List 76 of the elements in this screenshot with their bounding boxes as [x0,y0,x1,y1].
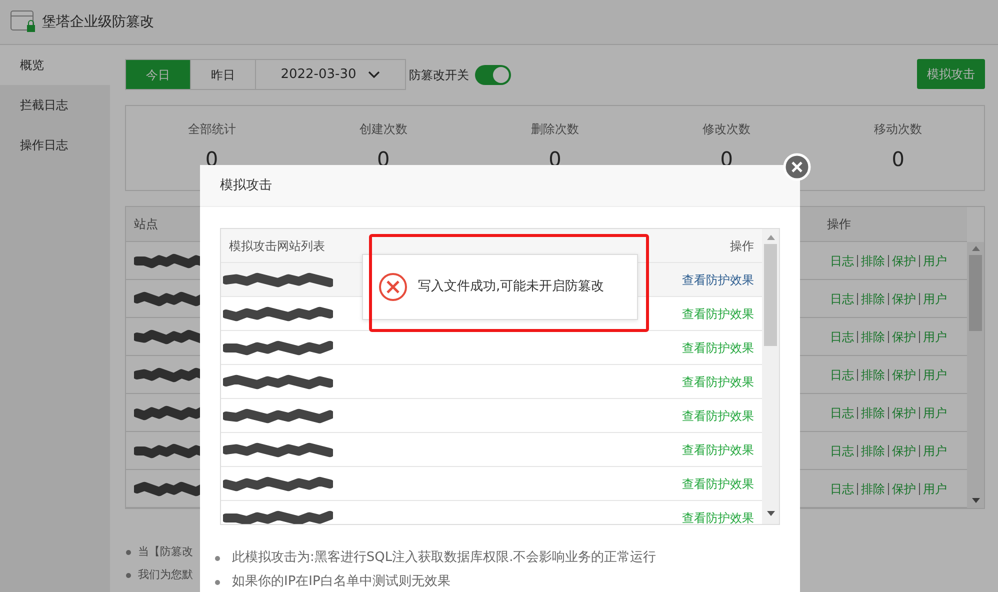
action-link[interactable]: 用户 [919,482,950,494]
scroll-up-icon [972,246,980,251]
action-link[interactable]: 用户 [919,330,950,342]
view-effect-link[interactable]: 查看防护效果 [682,338,754,356]
scroll-up-icon [766,235,774,240]
action-link[interactable]: 保护 [888,444,919,456]
action-link[interactable]: 排除 [857,292,888,304]
switch-label: 防篡改开关 [409,66,469,84]
toggle-switch[interactable] [475,64,511,84]
action-link[interactable]: 保护 [888,292,919,304]
action-link[interactable]: 保护 [888,406,919,418]
action-link[interactable]: 排除 [857,406,888,418]
scrollbar-thumb[interactable] [764,244,777,346]
action-link[interactable]: 用户 [919,292,950,304]
action-link[interactable]: 排除 [857,368,888,380]
stat-value: 0 [892,146,905,173]
sidebar-item[interactable]: 拦截日志 [0,85,110,125]
scrollbar[interactable] [967,242,984,508]
action-link[interactable]: 排除 [857,330,888,342]
action-link[interactable]: 排除 [857,482,888,494]
view-effect-link[interactable]: 查看防护效果 [682,406,754,424]
app-icon [10,10,36,34]
error-icon [378,272,408,302]
sidebar-item[interactable]: 操作日志 [0,125,110,165]
action-link[interactable]: 日志 [827,442,857,460]
action-link[interactable]: 保护 [888,368,919,380]
column-header: 操作 [827,216,852,233]
action-link[interactable]: 保护 [888,482,919,494]
chevron-down-icon [368,70,380,78]
modal-title: 模拟攻击 [220,176,272,195]
view-effect-link[interactable]: 查看防护效果 [682,372,754,390]
note-text: 如果你的IP在IP白名单中测试则无效果 [232,573,450,591]
list-title: 模拟攻击网站列表 [228,238,325,254]
note-text: 此模拟攻击为:黑客进行SQL注入获取数据库权限.不会影响业务的正常运行 [232,549,656,567]
view-effect-link[interactable]: 查看防护效果 [682,440,754,458]
action-link[interactable]: 日志 [827,366,857,384]
action-link[interactable]: 用户 [919,444,950,456]
close-button[interactable] [783,153,811,181]
action-link[interactable]: 排除 [857,254,888,266]
action-link[interactable]: 保护 [888,330,919,342]
sidebar-item[interactable]: 概览 [0,45,110,85]
bullet-icon [215,580,220,584]
view-effect-link[interactable]: 查看防护效果 [682,474,754,492]
action-link[interactable]: 日志 [827,290,857,308]
note-text: 当【防篡改 [138,544,193,560]
view-effect-link[interactable]: 查看防护效果 [682,270,754,288]
day-tab[interactable]: 今日 [126,60,191,89]
action-link[interactable]: 用户 [919,406,950,418]
stat-label: 修改次数 [702,121,751,138]
view-effect-link[interactable]: 查看防护效果 [682,304,754,322]
stat-label: 移动次数 [874,121,922,138]
bullet-icon [126,572,131,578]
column-header: 站点 [133,216,159,233]
action-link[interactable]: 日志 [827,480,857,498]
stat-label: 删除次数 [530,121,579,138]
action-link[interactable]: 保护 [888,254,919,266]
bullet-icon [126,550,131,554]
simulate-attack-button[interactable]: 模拟攻击 [917,59,985,89]
column-header: 操作 [730,238,754,254]
action-link[interactable]: 用户 [919,368,950,380]
view-effect-link[interactable]: 查看防护效果 [682,508,754,524]
stat-label: 创建次数 [359,121,408,138]
scroll-down-icon [972,498,980,503]
action-link[interactable]: 排除 [857,444,888,456]
bullet-icon [215,556,220,560]
window-title: 堡塔企业级防篡改 [42,12,154,32]
action-link[interactable]: 日志 [827,328,857,346]
toast-text: 写入文件成功,可能未开启防篡改 [418,278,604,296]
stat-label: 全部统计 [188,121,236,138]
action-link[interactable]: 用户 [919,254,950,266]
scrollbar-thumb[interactable] [969,255,982,331]
scrollbar[interactable] [762,229,779,524]
action-link[interactable]: 日志 [827,252,857,270]
note-text: 我们为您默 [138,567,193,583]
scroll-down-icon [766,511,774,516]
action-link[interactable]: 日志 [827,404,857,422]
